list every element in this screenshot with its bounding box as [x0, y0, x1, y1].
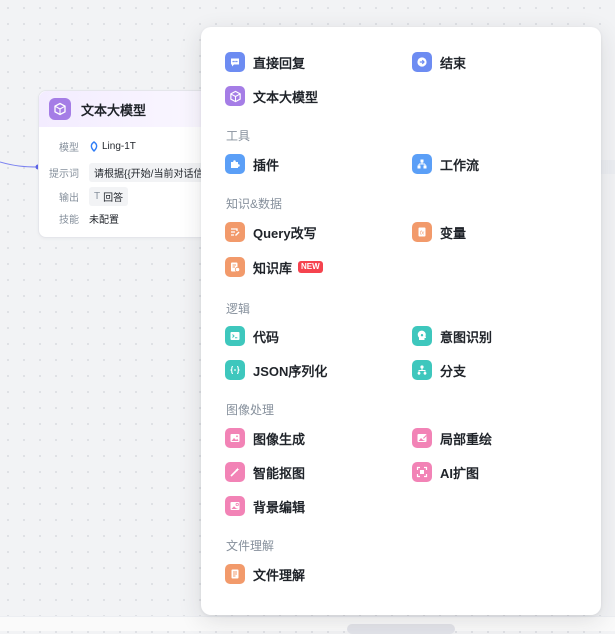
menu-item-end[interactable]: 结束: [412, 51, 466, 73]
menu-item-branch[interactable]: 分支: [412, 359, 466, 381]
add-node-menu: 直接回复 结束 文本大模型 工具 插件 工作流 知识&数据 Query改写 fx…: [201, 27, 601, 615]
workflow-tree-icon: [412, 154, 432, 174]
menu-item-label: 局部重绘: [440, 431, 493, 447]
node-row-prompt: 提示词 请根据{{开始/当前对话信: [39, 163, 209, 182]
section-title-tools: 工具: [226, 129, 251, 143]
cube-model-icon: [49, 98, 71, 120]
menu-item-plugin[interactable]: 插件: [225, 153, 279, 175]
menu-item-label: 文本大模型: [253, 89, 319, 105]
intent-head-icon: [412, 326, 432, 346]
skills-value: 未配置: [89, 215, 119, 226]
menu-item-label: 插件: [253, 157, 280, 173]
model-logo-icon: [90, 141, 98, 152]
menu-item-label: 意图识别: [440, 329, 493, 345]
model-name: Ling-1T: [102, 141, 136, 152]
branch-icon: [412, 360, 432, 380]
menu-item-label: JSON序列化: [253, 363, 328, 379]
menu-item-ai-outpaint[interactable]: AI扩图: [412, 461, 479, 483]
json-braces-icon: [225, 360, 245, 380]
variable-fx-icon: fx: [412, 222, 432, 242]
prompt-preview: 请根据{{开始/当前对话信: [89, 163, 209, 182]
menu-item-label: 背景编辑: [253, 499, 306, 515]
magic-wand-icon: [225, 462, 245, 482]
image-inpaint-icon: [412, 428, 432, 448]
output-tag: T 回答: [89, 187, 129, 206]
menu-item-label: 直接回复: [253, 55, 306, 71]
document-icon: [225, 564, 245, 584]
node-title: 文本大模型: [81, 102, 147, 118]
exit-arrow-icon: [412, 52, 432, 72]
bottom-toolbar-pill[interactable]: [347, 624, 455, 634]
section-title-file-understanding: 文件理解: [226, 539, 275, 553]
menu-item-smart-matting[interactable]: 智能抠图: [225, 461, 305, 483]
menu-item-code[interactable]: 代码: [225, 325, 279, 347]
menu-item-inpaint[interactable]: 局部重绘: [412, 427, 492, 449]
row-key: 模型: [59, 143, 79, 154]
menu-item-label: 智能抠图: [253, 465, 306, 481]
chat-bubble-icon: [225, 52, 245, 72]
row-key: 提示词: [49, 169, 79, 180]
new-badge: NEW: [298, 261, 323, 273]
cube-model-icon: [225, 86, 245, 106]
row-key: 输出: [59, 193, 79, 204]
menu-item-llm[interactable]: 文本大模型: [225, 85, 318, 107]
code-terminal-icon: [225, 326, 245, 346]
menu-item-direct-reply[interactable]: 直接回复: [225, 51, 305, 73]
output-name: 回答: [103, 193, 124, 204]
menu-item-knowledge-base[interactable]: 知识库 NEW: [225, 256, 323, 278]
row-key: 技能: [59, 215, 79, 226]
menu-item-file-understanding[interactable]: 文件理解: [225, 563, 305, 585]
bottom-toolbar: [0, 616, 615, 631]
background-node-edge: [601, 160, 615, 174]
query-rewrite-icon: [225, 222, 245, 242]
section-title-knowledge-data: 知识&数据: [226, 197, 283, 211]
puzzle-icon: [225, 154, 245, 174]
menu-item-background-edit[interactable]: 背景编辑: [225, 495, 305, 517]
menu-item-label: 变量: [440, 225, 467, 241]
menu-item-label: 结束: [440, 55, 467, 71]
node-row-skills: 技能 未配置: [39, 211, 119, 226]
menu-item-label: 文件理解: [253, 567, 306, 583]
menu-item-label: AI扩图: [440, 465, 480, 481]
menu-item-label: Query改写: [253, 225, 317, 241]
node-row-output: 输出 T 回答: [39, 187, 129, 206]
menu-item-image-generate[interactable]: 图像生成: [225, 427, 305, 449]
svg-text:fx: fx: [420, 231, 425, 237]
node-row-model: 模型 Ling-1T: [39, 139, 136, 154]
menu-item-label: 图像生成: [253, 431, 306, 447]
menu-item-label: 代码: [253, 329, 280, 345]
expand-frame-icon: [412, 462, 432, 482]
connection-edge: [0, 161, 41, 170]
menu-item-label: 知识库: [253, 260, 293, 276]
text-type-icon: T: [94, 191, 101, 202]
knowledge-base-icon: [225, 257, 245, 277]
menu-item-label: 分支: [440, 363, 467, 379]
menu-item-workflow[interactable]: 工作流: [412, 153, 479, 175]
section-title-logic: 逻辑: [226, 302, 251, 316]
menu-item-query-rewrite[interactable]: Query改写: [225, 221, 317, 243]
background-edit-icon: [225, 496, 245, 516]
menu-item-label: 工作流: [440, 157, 480, 173]
menu-item-variable[interactable]: fx 变量: [412, 221, 466, 243]
menu-item-intent-recognition[interactable]: 意图识别: [412, 325, 492, 347]
image-generate-icon: [225, 428, 245, 448]
menu-item-json-serialize[interactable]: JSON序列化: [225, 359, 327, 381]
section-title-image-processing: 图像处理: [226, 403, 275, 417]
